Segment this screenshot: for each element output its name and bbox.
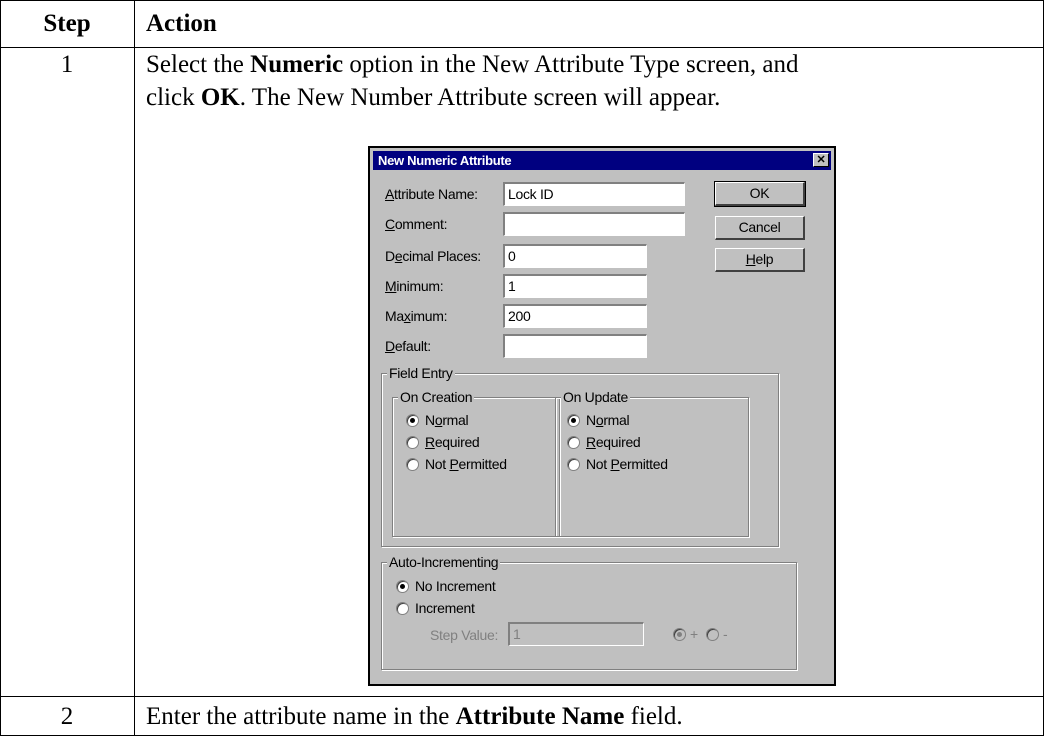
field-entry-group-title: Field Entry	[387, 365, 455, 381]
on-creation-not-permitted-label: Not Permitted	[425, 456, 507, 472]
auto-incrementing-group-title: Auto-Incrementing	[387, 554, 501, 570]
no-increment-label: No Increment	[415, 578, 496, 594]
minimum-label: Minimum:	[385, 278, 444, 294]
new-numeric-attribute-dialog: New Numeric Attribute ✕ Attribute Name: …	[368, 146, 836, 686]
step-1-instruction-line-1: Select the Numeric option in the New Att…	[146, 51, 799, 78]
maximum-field[interactable]: 200	[503, 304, 647, 328]
step-column-header: Step	[43, 10, 91, 37]
default-field[interactable]	[503, 334, 647, 358]
minimum-field[interactable]: 1	[503, 274, 647, 298]
ok-button[interactable]: OK	[714, 181, 806, 207]
decimal-places-field[interactable]: 0	[503, 244, 647, 268]
on-creation-normal-radio[interactable]	[406, 414, 419, 427]
attribute-name-label: Attribute Name:	[385, 186, 478, 202]
table-left-border	[0, 0, 1, 736]
table-top-border	[0, 0, 1044, 1]
step-1-instruction-line-2: click OK. The New Number Attribute scree…	[146, 84, 721, 111]
increment-label: Increment	[415, 600, 475, 616]
step-number-2: 2	[60, 703, 74, 730]
on-update-normal-label: Normal	[586, 412, 630, 428]
step-value-label: Step Value:	[430, 627, 499, 643]
step-2-instruction: Enter the attribute name in the Attribut…	[146, 703, 683, 730]
on-creation-normal-label: Normal	[425, 412, 469, 428]
maximum-label: Maximum:	[385, 308, 448, 324]
column-divider	[134, 0, 135, 736]
dialog-title-bar: New Numeric Attribute ✕	[373, 151, 831, 170]
on-update-required-radio[interactable]	[567, 436, 580, 449]
comment-field[interactable]	[503, 212, 685, 236]
step-number-1: 1	[60, 51, 74, 78]
header-row-border	[0, 47, 1044, 48]
on-creation-group-title: On Creation	[398, 389, 475, 405]
help-button[interactable]: Help	[715, 248, 805, 272]
on-creation-not-permitted-radio[interactable]	[406, 458, 419, 471]
on-update-normal-radio[interactable]	[567, 414, 580, 427]
on-update-not-permitted-radio[interactable]	[567, 458, 580, 471]
row-divider	[0, 696, 1044, 697]
increment-radio[interactable]	[396, 602, 409, 615]
on-creation-required-radio[interactable]	[406, 436, 419, 449]
step-value-field[interactable]: 1	[508, 622, 644, 646]
default-label: Default:	[385, 338, 431, 354]
comment-label: Comment:	[385, 216, 448, 232]
step-minus-radio[interactable]	[706, 628, 719, 641]
on-update-required-label: Required	[586, 434, 641, 450]
on-update-not-permitted-label: Not Permitted	[586, 456, 668, 472]
step-plus-label: +	[690, 626, 698, 642]
step-plus-radio[interactable]	[673, 628, 686, 641]
step-minus-label: -	[723, 626, 728, 642]
close-icon[interactable]: ✕	[813, 153, 829, 167]
on-creation-required-label: Required	[425, 434, 480, 450]
cancel-button[interactable]: Cancel	[715, 216, 805, 240]
attribute-name-field[interactable]: Lock ID	[503, 182, 685, 206]
decimal-places-label: Decimal Places:	[385, 248, 481, 264]
no-increment-radio[interactable]	[396, 580, 409, 593]
on-update-group-title: On Update	[561, 389, 631, 405]
dialog-title: New Numeric Attribute	[378, 153, 512, 168]
action-column-header: Action	[146, 10, 217, 37]
